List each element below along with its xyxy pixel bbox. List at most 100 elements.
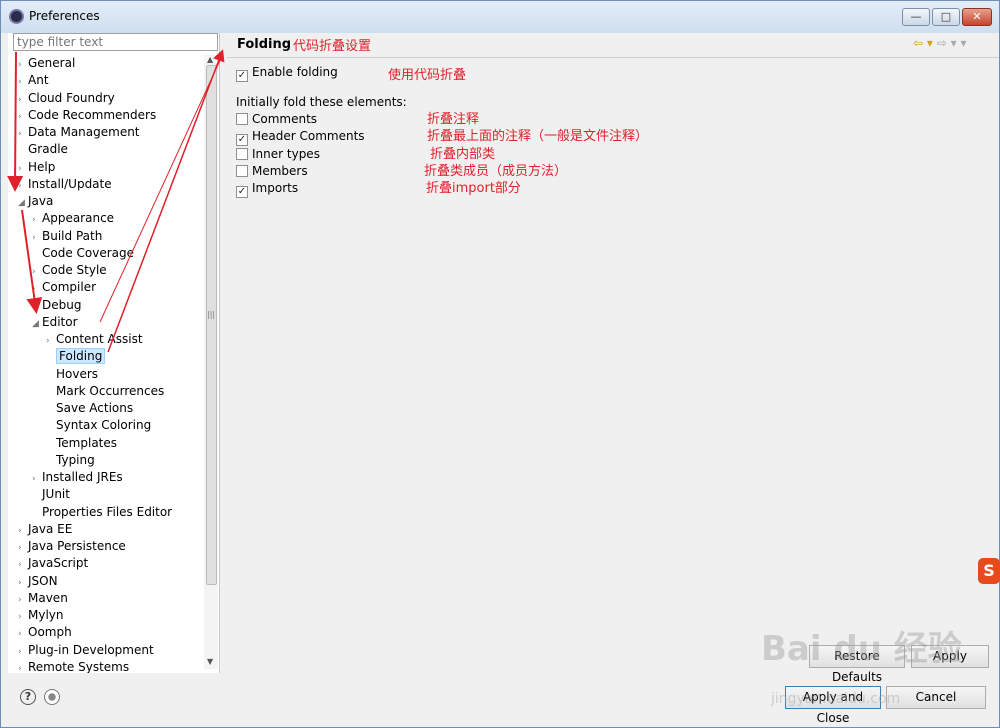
tree-collapse-icon[interactable]: ◢	[32, 316, 42, 333]
tree-item-label: Folding	[56, 348, 106, 365]
tree-item-label: Cloud Foundry	[28, 90, 115, 105]
tree-item-code-recommenders[interactable]: › Code Recommenders	[18, 107, 156, 124]
tree-item-installed-jres[interactable]: › Installed JREs	[32, 469, 123, 486]
scroll-up-icon[interactable]: ▲	[207, 55, 213, 64]
tree-item-label: Content Assist	[56, 332, 143, 346]
tree-collapse-icon[interactable]: ◢	[18, 195, 28, 212]
eclipse-app-icon	[9, 9, 24, 24]
tree-item-label: Code Style	[42, 263, 107, 277]
tree-item-general[interactable]: › General	[18, 55, 75, 72]
annotation-note: 折叠import部分	[426, 181, 521, 197]
enable-folding-checkbox[interactable]: ✓ Enable folding	[236, 64, 338, 82]
fold-header-comments-checkbox[interactable]: ✓ Header Comments	[236, 128, 365, 147]
tree-item-mark-occurrences[interactable]: Mark Occurrences	[46, 383, 164, 400]
tree-item-editor[interactable]: ◢ Editor	[32, 314, 78, 331]
tree-item-syntax-coloring[interactable]: Syntax Coloring	[46, 417, 151, 434]
page-title: Folding	[237, 37, 292, 52]
tree-item-code-style[interactable]: › Code Style	[32, 262, 107, 279]
tree-item-label: Properties Files Editor	[42, 504, 173, 519]
tree-item-javascript[interactable]: › JavaScript	[18, 555, 88, 572]
preference-tree-panel: ›General›Ant›Cloud Foundry›Code Recommen…	[8, 33, 220, 674]
tree-item-typing[interactable]: Typing	[46, 452, 95, 469]
close-button[interactable]: ✕	[962, 8, 992, 26]
checkbox-box[interactable]: ✓	[236, 186, 248, 199]
tree-item-compiler[interactable]: › Compiler	[32, 279, 96, 296]
annotation-note: 折叠内部类	[430, 146, 496, 162]
record-icon[interactable]	[44, 689, 60, 705]
checkbox-box[interactable]	[236, 164, 248, 177]
tree-item-junit[interactable]: JUnit	[32, 486, 70, 503]
sogou-logo-icon: S	[978, 558, 1000, 584]
help-icon[interactable]: ?	[20, 689, 36, 705]
cancel-button[interactable]: Cancel	[886, 686, 986, 709]
tree-item-properties-files-editor[interactable]: Properties Files Editor	[32, 504, 172, 521]
tree-item-build-path[interactable]: › Build Path	[32, 228, 102, 245]
scroll-grip-icon: |||	[207, 310, 216, 319]
tree-item-label: Code Recommenders	[28, 107, 157, 122]
fold-members-checkbox[interactable]: Members	[236, 163, 308, 179]
tree-item-install-update[interactable]: › Install/Update	[18, 176, 112, 193]
fold-imports-checkbox[interactable]: ✓ Imports	[236, 180, 298, 199]
checkbox-box[interactable]	[236, 113, 248, 125]
tree-item-label: JSON	[28, 573, 58, 588]
tree-item-save-actions[interactable]: Save Actions	[46, 400, 133, 417]
tree-item-mylyn[interactable]: › Mylyn	[18, 607, 64, 624]
checkbox-box[interactable]: ✓	[236, 134, 248, 147]
forward-arrow-icon[interactable]: ⇨ ▾ ▾	[937, 36, 967, 50]
tree-item-folding[interactable]: Folding	[46, 348, 106, 365]
annotation-enable-note: 使用代码折叠	[388, 68, 467, 83]
tree-item-label: Debug	[42, 297, 82, 312]
tree-item-gradle[interactable]: Gradle	[18, 141, 68, 158]
baidu-watermark: Bai du 经验	[761, 629, 962, 669]
tree-item-java-ee[interactable]: › Java EE	[18, 521, 72, 538]
tree-item-cloud-foundry[interactable]: › Cloud Foundry	[18, 90, 115, 107]
maximize-button[interactable]: □	[932, 8, 960, 26]
tree-item-code-coverage[interactable]: Code Coverage	[32, 245, 134, 262]
tree-item-help[interactable]: › Help	[18, 159, 55, 176]
tree-item-label: Installed JREs	[42, 470, 123, 484]
tree-item-label: Install/Update	[28, 176, 112, 191]
enable-folding-label: Enable folding	[252, 65, 338, 79]
tree-item-ant[interactable]: › Ant	[18, 72, 49, 89]
filter-input[interactable]	[13, 33, 218, 51]
tree-item-maven[interactable]: › Maven	[18, 590, 68, 607]
tree-item-appearance[interactable]: › Appearance	[32, 210, 114, 227]
tree-item-label: Oomph	[28, 625, 72, 640]
header-divider	[227, 57, 999, 58]
back-arrow-icon[interactable]: ⇦ ▾	[913, 36, 933, 50]
scroll-thumb[interactable]	[206, 65, 217, 585]
baidu-watermark-url: jingyan.baidu.com	[771, 691, 901, 707]
tree-item-hovers[interactable]: Hovers	[46, 366, 98, 383]
tree-item-label: Maven	[28, 590, 68, 605]
tree-item-oomph[interactable]: › Oomph	[18, 624, 72, 641]
tree-item-java[interactable]: ◢ Java	[18, 193, 53, 210]
tree-item-java-persistence[interactable]: › Java Persistence	[18, 538, 126, 555]
tree-item-templates[interactable]: Templates	[46, 435, 117, 452]
tree-item-debug[interactable]: › Debug	[32, 297, 81, 314]
tree-item-label: Data Management	[28, 125, 140, 139]
scroll-down-icon[interactable]: ▼	[207, 657, 213, 666]
tree-item-label: Mylyn	[28, 608, 64, 622]
title-bar: Preferences — □ ✕	[1, 1, 999, 33]
preferences-window: Preferences — □ ✕ ›General›Ant›Cloud Fou…	[0, 0, 1000, 728]
minimize-button[interactable]: —	[902, 8, 930, 26]
tree-scrollbar[interactable]: ▲ ||| ▼	[204, 55, 218, 669]
checkbox-box[interactable]: ✓	[236, 70, 248, 82]
tree-item-content-assist[interactable]: › Content Assist	[46, 331, 143, 348]
tree-item-label: Save Actions	[56, 401, 134, 415]
tree-item-label: Remote Systems	[28, 659, 130, 674]
window-title: Preferences	[29, 9, 100, 23]
fold-comments-checkbox[interactable]: Comments	[236, 111, 317, 127]
tree-item-plug-in-development[interactable]: › Plug-in Development	[18, 642, 154, 659]
fold-inner-types-checkbox[interactable]: Inner types	[236, 146, 320, 162]
tree-item-label: Editor	[42, 314, 78, 329]
tree-item-label: Code Coverage	[42, 245, 135, 260]
tree-item-json[interactable]: › JSON	[18, 573, 58, 590]
annotation-note: 折叠注释	[427, 112, 480, 127]
checkbox-box[interactable]	[236, 147, 248, 160]
tree-item-data-management[interactable]: › Data Management	[18, 124, 140, 141]
annotation-note: 折叠最上面的注释（一般是文件注释）	[427, 129, 649, 145]
checkbox-label: Inner types	[252, 146, 320, 161]
page-navigation[interactable]: ⇦ ▾ ⇨ ▾ ▾	[913, 36, 966, 50]
tree-item-label: Build Path	[42, 228, 103, 243]
